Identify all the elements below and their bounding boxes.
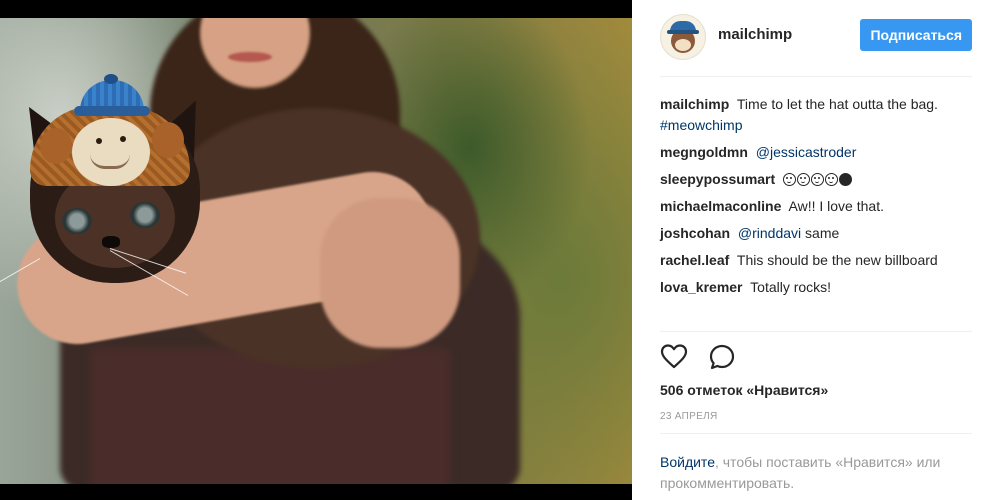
smiley-icon (797, 173, 811, 186)
devil-smiley-icon (839, 173, 853, 186)
heart-icon[interactable] (660, 343, 688, 371)
post-header: mailchimp Подписаться (660, 0, 972, 77)
mention-link[interactable]: @rinddavi (738, 225, 801, 241)
comment-user-link[interactable]: michaelmaconline (660, 198, 781, 214)
comment-text: Aw!! I love that. (788, 198, 884, 214)
post-date[interactable]: 23 апреля (660, 411, 717, 422)
divider (660, 433, 972, 434)
comment-user-link[interactable]: sleepypossumart (660, 171, 775, 187)
post-image[interactable] (0, 18, 632, 484)
comment-text: This should be the new billboard (736, 252, 938, 268)
smiley-icon (825, 173, 839, 186)
mention-link[interactable]: @jessicastroder (756, 144, 857, 160)
login-prompt: Войдите, чтобы поставить «Нравится» или … (660, 452, 972, 494)
comment: lova_kremer Totally rocks! (660, 277, 972, 298)
username-link[interactable]: mailchimp (718, 26, 792, 43)
comment-user-link[interactable]: joshcohan (660, 225, 730, 241)
divider (660, 331, 972, 332)
likes-count[interactable]: 506 отметок «Нравится» (660, 382, 828, 398)
smiley-icon (783, 173, 797, 186)
post-photo[interactable] (0, 0, 632, 500)
caption: mailchimp Time to let the hat outta the … (660, 94, 972, 136)
comment: rachel.leaf This should be the new billb… (660, 250, 972, 271)
comment-text: same (805, 225, 840, 241)
comment-user-link[interactable]: lova_kremer (660, 279, 743, 295)
comment: michaelmaconline Aw!! I love that. (660, 196, 972, 217)
comments-list: mailchimp Time to let the hat outta the … (660, 94, 972, 304)
comment-user-link[interactable]: rachel.leaf (660, 252, 729, 268)
avatar[interactable] (660, 14, 706, 60)
comment-user-link[interactable]: mailchimp (660, 96, 729, 112)
smiley-icon (811, 173, 825, 186)
comment: megngoldmn @jessicastroder (660, 142, 972, 163)
login-link[interactable]: Войдите (660, 454, 715, 470)
comment-icon[interactable] (708, 343, 736, 371)
follow-button[interactable]: Подписаться (860, 19, 972, 51)
emoji-row (783, 171, 853, 187)
hashtag-link[interactable]: #meowchimp (660, 117, 742, 133)
comment: joshcohan @rinddavi same (660, 223, 972, 244)
caption-text: Time to let the hat outta the bag. (736, 96, 938, 112)
comment: sleepypossumart (660, 169, 972, 190)
post-sidebar: mailchimp Подписаться mailchimp Time to … (632, 0, 1000, 500)
comment-text: Totally rocks! (750, 279, 832, 295)
comment-user-link[interactable]: megngoldmn (660, 144, 748, 160)
post-actions (660, 343, 752, 371)
